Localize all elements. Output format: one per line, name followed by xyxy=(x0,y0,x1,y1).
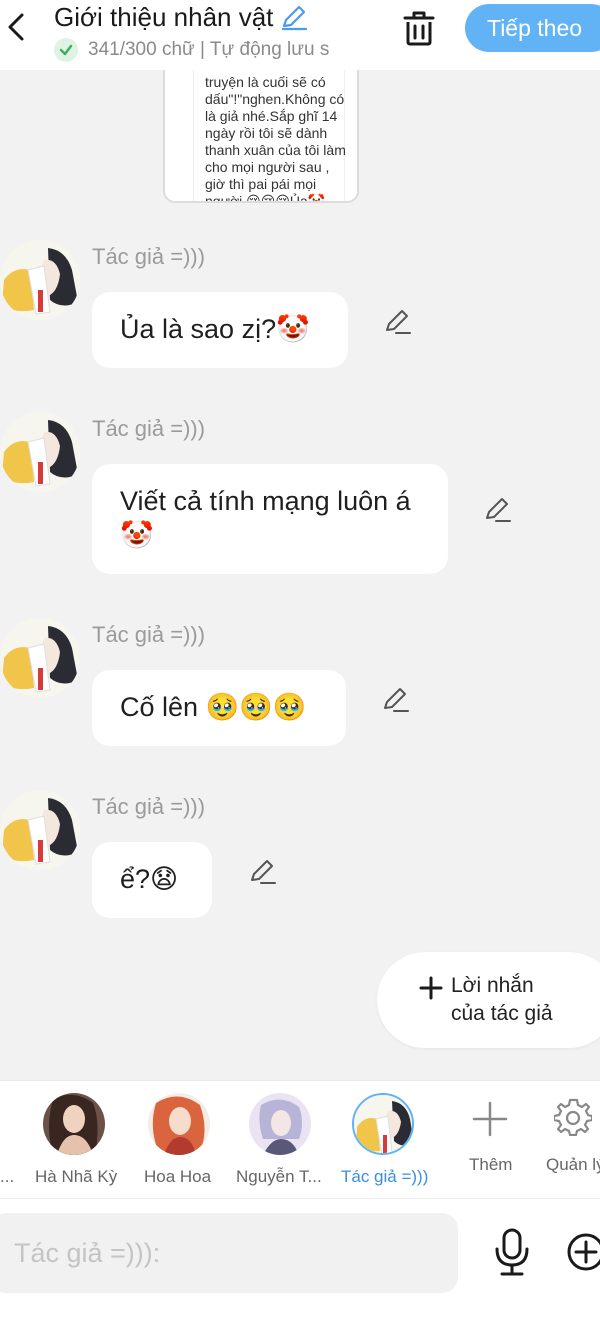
message-input[interactable] xyxy=(0,1213,458,1293)
author-note-button[interactable]: Lời nhắn của tác giả xyxy=(377,952,600,1048)
avatar[interactable] xyxy=(0,790,80,870)
character-avatar xyxy=(352,1093,414,1155)
image-message-text: truyện là cuối sẽ có dấu"!"nghen.Không c… xyxy=(205,74,346,203)
character-name: ... xyxy=(0,1167,15,1186)
plus-circle-icon xyxy=(567,1233,600,1271)
character-item-active[interactable]: Tác giả =))) xyxy=(338,1081,430,1199)
title-row: Giới thiệu nhân vật xyxy=(54,0,309,34)
back-button[interactable] xyxy=(2,10,34,44)
edit-message-icon[interactable] xyxy=(483,494,513,524)
author-name: Tác giả =))) xyxy=(92,622,206,647)
author-name: Tác giả =))) xyxy=(92,416,206,441)
voice-button[interactable] xyxy=(492,1227,532,1277)
page-title: Giới thiệu nhân vật xyxy=(54,1,274,32)
avatar[interactable] xyxy=(0,240,80,320)
message-bubble[interactable]: ể?😧 xyxy=(92,842,212,918)
character-name: Hoa Hoa xyxy=(144,1167,212,1186)
edit-message-icon[interactable] xyxy=(383,306,413,336)
chat-editor-screen: Giới thiệu nhân vật 341/300 chữ | Tự độn… xyxy=(0,0,600,1334)
character-item[interactable]: Hoa Hoa xyxy=(140,1081,216,1199)
avatar[interactable] xyxy=(0,412,80,492)
image-message-card[interactable]: truyện là cuối sẽ có dấu"!"nghen.Không c… xyxy=(163,70,359,203)
trash-icon xyxy=(403,11,435,46)
author-note-label-line1: Lời nhắn xyxy=(451,974,534,997)
character-avatar xyxy=(148,1093,210,1155)
microphone-icon xyxy=(495,1228,529,1276)
edit-title-icon[interactable] xyxy=(279,2,309,32)
add-character-button[interactable]: Thêm xyxy=(460,1081,520,1199)
character-item[interactable]: Nguyễn T... xyxy=(234,1081,324,1199)
character-avatar xyxy=(43,1093,105,1155)
message-bubble[interactable]: Ủa là sao zị?🤡 xyxy=(92,292,348,368)
character-item[interactable]: ... xyxy=(0,1081,14,1199)
plus-icon xyxy=(419,976,443,1000)
edit-message-icon[interactable] xyxy=(381,684,411,714)
character-item[interactable]: Hà Nhã Kỳ xyxy=(30,1081,120,1199)
message-bubble[interactable]: Viết cả tính mạng luôn á🤡 xyxy=(92,464,448,574)
autosave-status: 341/300 chữ | Tự động lưu s xyxy=(54,38,329,62)
word-count-status: 341/300 chữ | Tự động lưu s xyxy=(88,39,330,60)
manage-characters-button[interactable]: Quản lý xyxy=(540,1081,600,1199)
character-selector: ... Hà Nhã Kỳ Hoa Hoa Nguyễn T... Tác gi… xyxy=(0,1080,600,1198)
chat-area[interactable]: truyện là cuối sẽ có dấu"!"nghen.Không c… xyxy=(0,70,600,1080)
delete-button[interactable] xyxy=(400,8,438,48)
check-icon xyxy=(54,38,78,62)
attach-button[interactable] xyxy=(566,1232,600,1272)
top-bar: Giới thiệu nhân vật 341/300 chữ | Tự độn… xyxy=(0,0,600,70)
message-bubble[interactable]: Cố lên 🥹🥹🥹 xyxy=(92,670,346,746)
gear-icon xyxy=(554,1098,592,1136)
add-character-label: Thêm xyxy=(469,1155,513,1174)
character-name: Nguyễn T... xyxy=(236,1167,322,1186)
composer xyxy=(0,1198,600,1334)
next-button[interactable]: Tiếp theo xyxy=(465,4,600,52)
author-name: Tác giả =))) xyxy=(92,794,206,819)
author-name: Tác giả =))) xyxy=(92,244,206,269)
plus-icon xyxy=(472,1101,508,1137)
edit-message-icon[interactable] xyxy=(248,856,278,886)
avatar[interactable] xyxy=(0,618,80,698)
character-name: Hà Nhã Kỳ xyxy=(35,1167,118,1186)
manage-characters-label: Quản lý xyxy=(546,1155,600,1174)
character-name: Tác giả =))) xyxy=(341,1167,429,1186)
character-avatar xyxy=(249,1093,311,1155)
author-note-label-line2: của tác giả xyxy=(451,1002,553,1025)
chevron-left-icon xyxy=(8,13,24,41)
